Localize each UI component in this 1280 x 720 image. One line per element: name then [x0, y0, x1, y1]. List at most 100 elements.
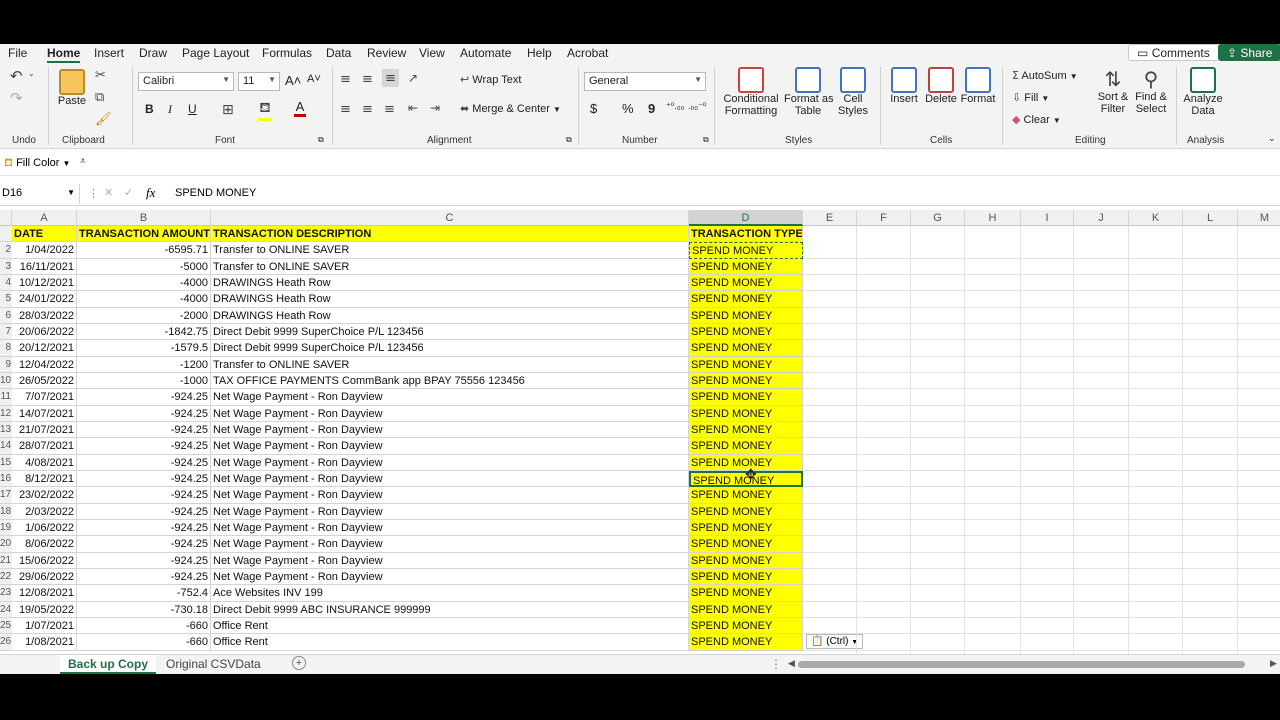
header-cell-d[interactable]: TRANSACTION TYPE [689, 226, 803, 243]
date-cell[interactable]: 8/12/2021 [12, 470, 77, 488]
conditional-formatting-button[interactable]: Conditional Formatting [720, 67, 782, 117]
amount-cell[interactable]: -924.25 [77, 389, 211, 406]
row-header[interactable]: 20 [0, 536, 12, 553]
date-cell[interactable]: 24/01/2022 [12, 291, 77, 308]
type-cell[interactable]: SPEND MONEY [689, 389, 803, 406]
amount-cell[interactable]: -1000 [77, 372, 211, 390]
insert-function-button[interactable]: fx [146, 185, 155, 201]
amount-cell[interactable]: -924.25 [77, 454, 211, 471]
fill-color-icon[interactable]: ⛾ [258, 99, 272, 121]
description-cell[interactable]: DRAWINGS Heath Row [211, 274, 689, 292]
description-cell[interactable]: Transfer to ONLINE SAVER [211, 258, 689, 275]
type-cell[interactable]: SPEND MONEY [689, 617, 803, 635]
column-header-g[interactable]: G [911, 210, 965, 226]
amount-cell[interactable]: -752.4 [77, 585, 211, 602]
type-cell[interactable]: SPEND MONEY [689, 552, 803, 569]
date-cell[interactable]: 1/08/2021 [12, 634, 77, 651]
date-cell[interactable]: 2/03/2022 [12, 503, 77, 520]
underline-button[interactable]: U [188, 102, 197, 116]
redo-icon[interactable]: ↷ [10, 89, 23, 107]
amount-cell[interactable]: -924.25 [77, 552, 211, 569]
column-header-b[interactable]: B [77, 210, 211, 226]
type-cell[interactable]: SPEND MONEY [689, 242, 803, 259]
more-options-icon[interactable]: ⋮ [770, 657, 782, 671]
date-cell[interactable]: 1/07/2021 [12, 617, 77, 635]
description-cell[interactable]: Net Wage Payment - Ron Dayview [211, 470, 689, 488]
comma-button[interactable]: 9 [648, 101, 655, 116]
borders-icon[interactable]: ⊞ [222, 101, 234, 118]
copy-icon[interactable]: ⧉ [95, 89, 104, 105]
increase-decimal-icon[interactable]: ⁺⁰.₀₀ [666, 101, 684, 112]
menu-data[interactable]: Data [326, 46, 351, 60]
date-cell[interactable]: 15/06/2022 [12, 552, 77, 569]
description-cell[interactable]: Net Wage Payment - Ron Dayview [211, 454, 689, 471]
align-right-icon[interactable]: ≡ [384, 101, 395, 117]
dialog-launcher-icon[interactable]: ⧉ [703, 135, 709, 145]
row-header[interactable]: 23 [0, 585, 12, 602]
date-cell[interactable]: 16/11/2021 [12, 258, 77, 275]
undo-dropdown-icon[interactable]: ⌄ [28, 69, 35, 78]
description-cell[interactable]: Direct Debit 9999 SuperChoice P/L 123456 [211, 323, 689, 341]
amount-cell[interactable]: -1200 [77, 356, 211, 373]
row-header[interactable]: 4 [0, 274, 12, 292]
dialog-launcher-icon[interactable]: ⧉ [566, 135, 572, 145]
select-all-corner[interactable] [0, 210, 12, 226]
column-header-l[interactable]: L [1183, 210, 1238, 226]
type-cell[interactable]: SPEND MONEY [689, 340, 803, 357]
amount-cell[interactable]: -924.25 [77, 568, 211, 586]
description-cell[interactable]: Net Wage Payment - Ron Dayview [211, 389, 689, 406]
type-cell[interactable]: SPEND MONEY [689, 487, 803, 504]
description-cell[interactable]: Net Wage Payment - Ron Dayview [211, 421, 689, 439]
decrease-decimal-icon[interactable]: .₀₀⁻⁰ [688, 101, 706, 112]
type-cell[interactable]: SPEND MONEY [689, 372, 803, 390]
row-header[interactable]: 25 [0, 617, 12, 635]
fill-button[interactable]: ⇩ Fill ▼ [1012, 91, 1049, 104]
dialog-launcher-icon[interactable]: ⧉ [318, 135, 324, 145]
column-header-f[interactable]: F [857, 210, 911, 226]
description-cell[interactable]: Net Wage Payment - Ron Dayview [211, 405, 689, 422]
align-middle-icon[interactable]: ≡ [362, 71, 373, 87]
cell-styles-button[interactable]: Cell Styles [834, 67, 872, 117]
align-left-icon[interactable]: ≡ [340, 101, 351, 117]
column-header-j[interactable]: J [1074, 210, 1129, 226]
column-header-c[interactable]: C [211, 210, 689, 226]
delete-cells-button[interactable]: Delete [922, 67, 960, 105]
row-header[interactable]: 2 [0, 242, 12, 259]
date-cell[interactable]: 29/06/2022 [12, 568, 77, 586]
cancel-icon[interactable]: ✕ [104, 186, 113, 199]
orientation-icon[interactable]: ↗ [408, 71, 418, 85]
share-button[interactable]: ⇪ Share [1218, 44, 1280, 61]
name-box[interactable]: D16 ▼ [0, 184, 80, 204]
menu-formulas[interactable]: Formulas [262, 46, 312, 60]
row-header[interactable]: 17 [0, 487, 12, 504]
amount-cell[interactable]: -924.25 [77, 470, 211, 488]
date-cell[interactable]: 20/12/2021 [12, 340, 77, 357]
type-cell[interactable]: SPEND MONEY [689, 536, 803, 553]
type-cell[interactable]: SPEND MONEY [689, 307, 803, 324]
type-cell[interactable]: SPEND MONEY [689, 405, 803, 422]
amount-cell[interactable]: -1579.5 [77, 340, 211, 357]
column-header-m[interactable]: M [1238, 210, 1280, 226]
decrease-indent-icon[interactable]: ⇤ [408, 101, 418, 115]
align-top-icon[interactable]: ≡ [340, 71, 351, 87]
type-cell[interactable]: SPEND MONEY [689, 323, 803, 341]
find-select-button[interactable]: ⚲ Find & Select [1132, 67, 1170, 115]
column-header-e[interactable]: E [803, 210, 857, 226]
description-cell[interactable]: DRAWINGS Heath Row [211, 291, 689, 308]
sheet-tab-original-csvdata[interactable]: Original CSVData [158, 655, 269, 674]
description-cell[interactable]: Office Rent [211, 617, 689, 635]
more-options-icon[interactable]: ⋮ [88, 187, 99, 200]
date-cell[interactable]: 26/05/2022 [12, 372, 77, 390]
column-header-h[interactable]: H [965, 210, 1021, 226]
menu-page-layout[interactable]: Page Layout [182, 46, 249, 60]
date-cell[interactable]: 28/03/2022 [12, 307, 77, 324]
row-header[interactable]: 11 [0, 389, 12, 406]
header-cell-a[interactable]: DATE [12, 226, 77, 243]
date-cell[interactable]: 4/08/2021 [12, 454, 77, 471]
description-cell[interactable]: Net Wage Payment - Ron Dayview [211, 536, 689, 553]
fill-color-quick-button[interactable]: ⛾ Fill Color ▼ [4, 156, 70, 171]
amount-cell[interactable]: -924.25 [77, 487, 211, 504]
autosum-button[interactable]: Σ AutoSum ▼ [1012, 69, 1078, 82]
paste-button[interactable]: Paste [56, 69, 88, 107]
description-cell[interactable]: Net Wage Payment - Ron Dayview [211, 519, 689, 537]
